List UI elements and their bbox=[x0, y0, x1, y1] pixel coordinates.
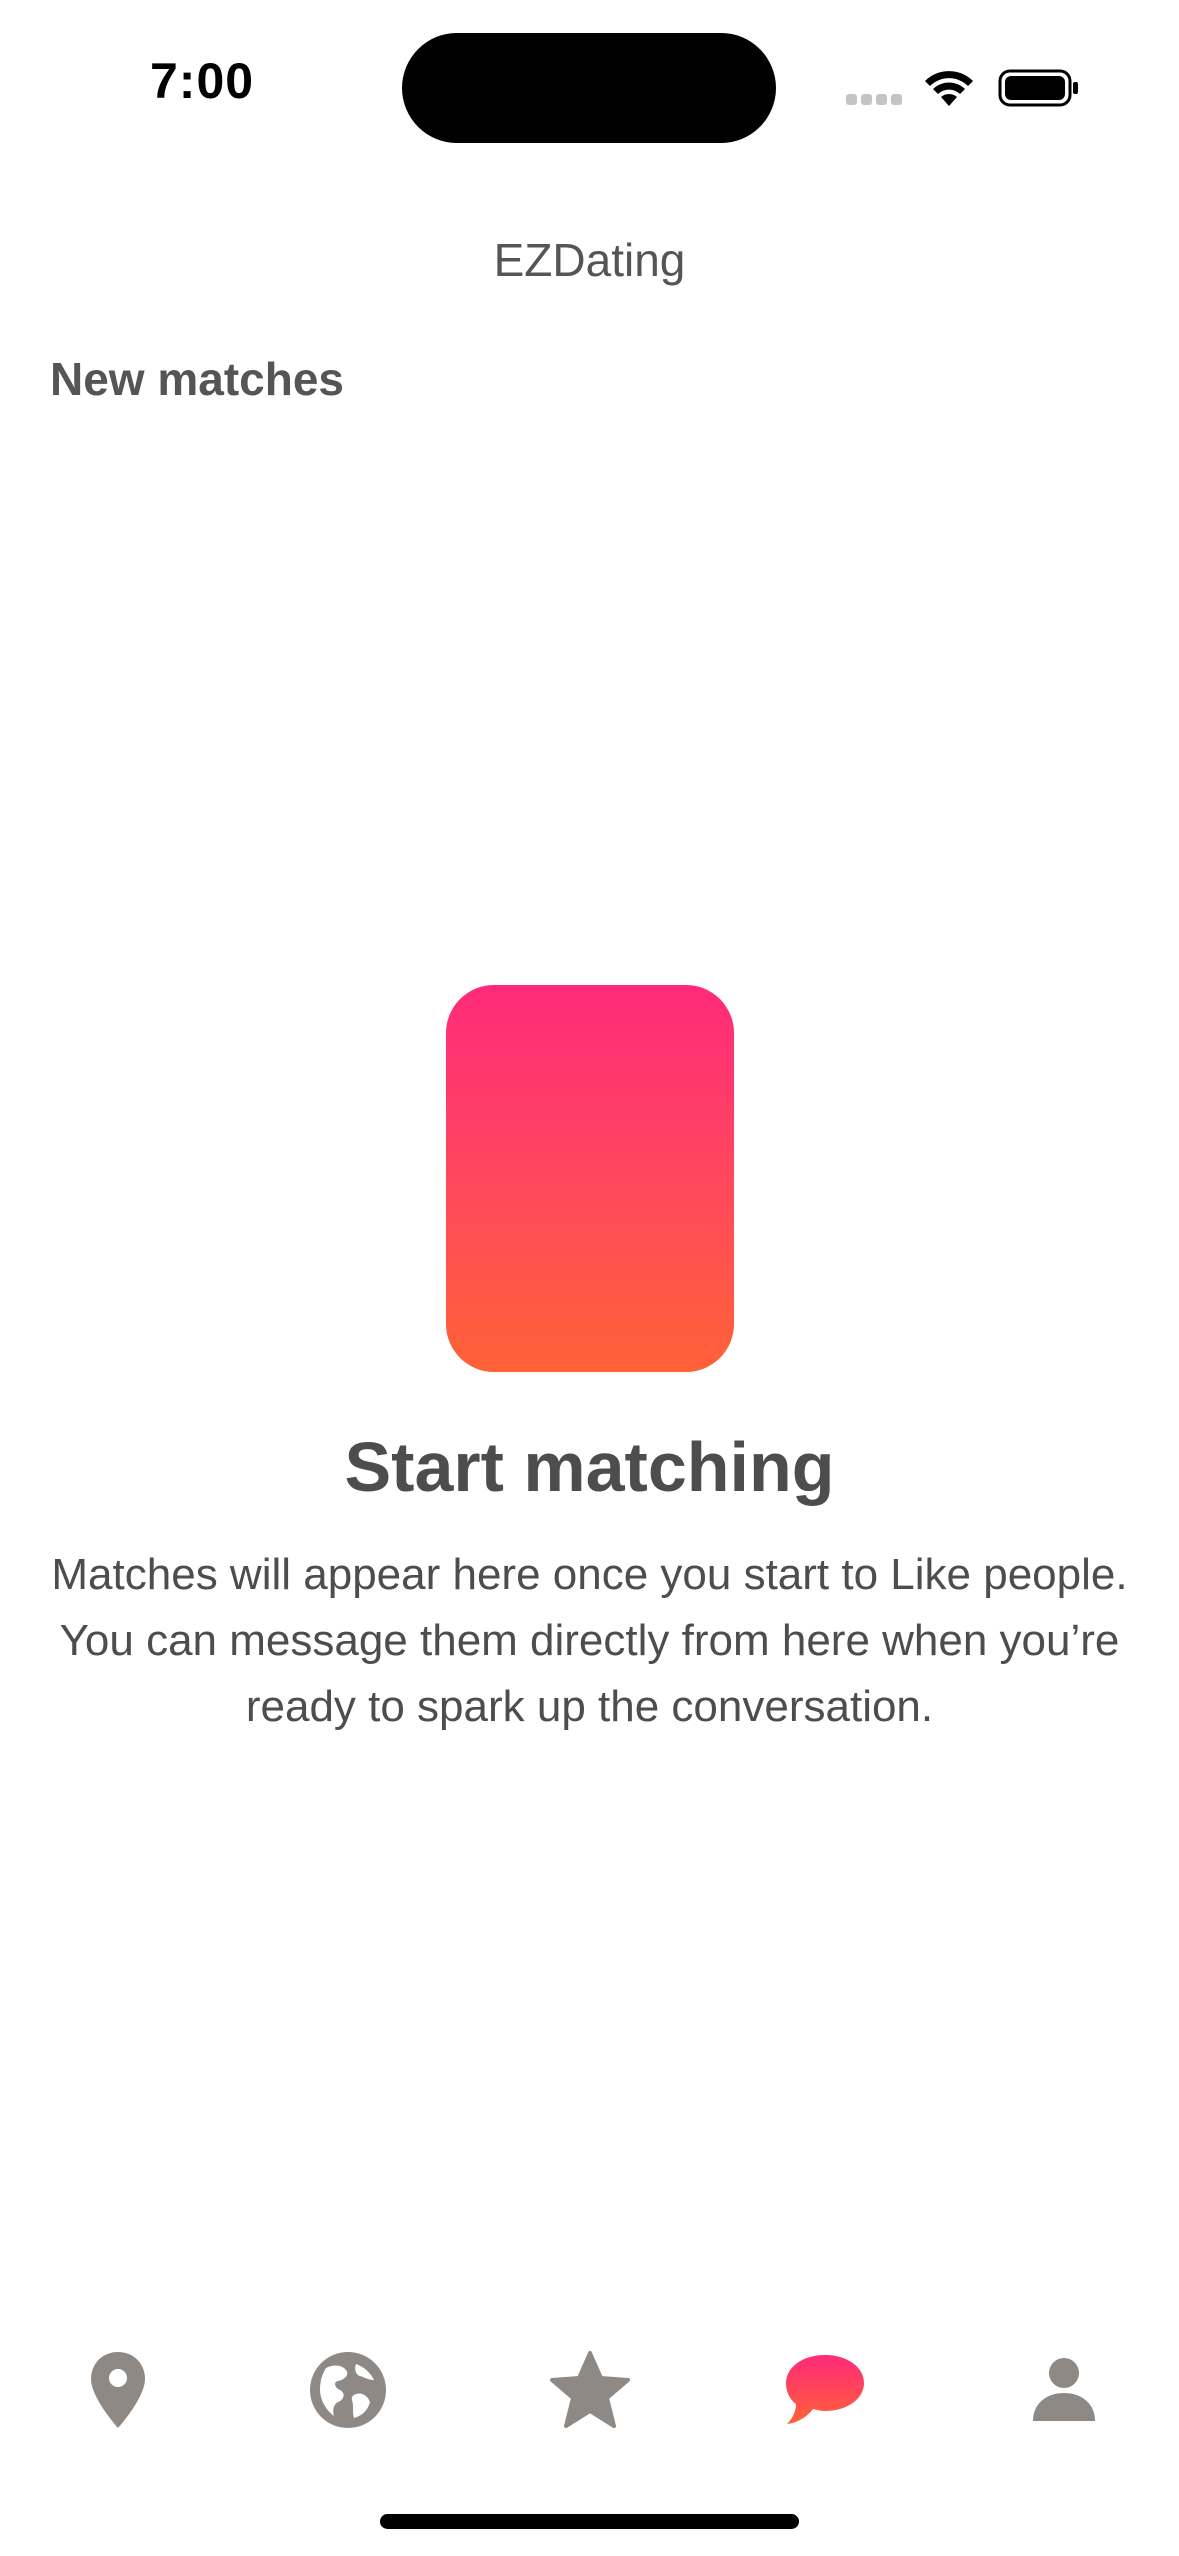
status-time: 7:00 bbox=[150, 53, 255, 109]
tab-profile[interactable] bbox=[1004, 2320, 1124, 2460]
globe-icon bbox=[310, 2352, 386, 2428]
location-pin-icon bbox=[91, 2352, 145, 2428]
tab-explore[interactable] bbox=[288, 2320, 408, 2460]
tab-messages[interactable] bbox=[765, 2320, 885, 2460]
wifi-icon bbox=[925, 71, 973, 106]
home-indicator[interactable] bbox=[380, 2514, 799, 2529]
battery-icon bbox=[998, 69, 1078, 107]
new-matches-title: New matches bbox=[50, 353, 345, 405]
empty-state-card-illustration bbox=[446, 985, 734, 1372]
tab-bar bbox=[0, 2320, 1179, 2460]
tab-favorites[interactable] bbox=[530, 2320, 650, 2460]
person-icon bbox=[1033, 2358, 1095, 2421]
dynamic-island bbox=[402, 33, 776, 143]
empty-state-description: Matches will appear here once you start … bbox=[51, 1550, 1128, 1731]
cellular-signal-icon bbox=[846, 94, 904, 106]
star-icon bbox=[550, 2351, 630, 2428]
tab-nearby[interactable] bbox=[58, 2320, 178, 2460]
chat-bubble-icon bbox=[786, 2355, 864, 2424]
empty-state-title: Start matching bbox=[344, 1428, 835, 1506]
app-title: EZDating bbox=[493, 234, 686, 286]
status-bar: 7:00 bbox=[0, 0, 1179, 150]
